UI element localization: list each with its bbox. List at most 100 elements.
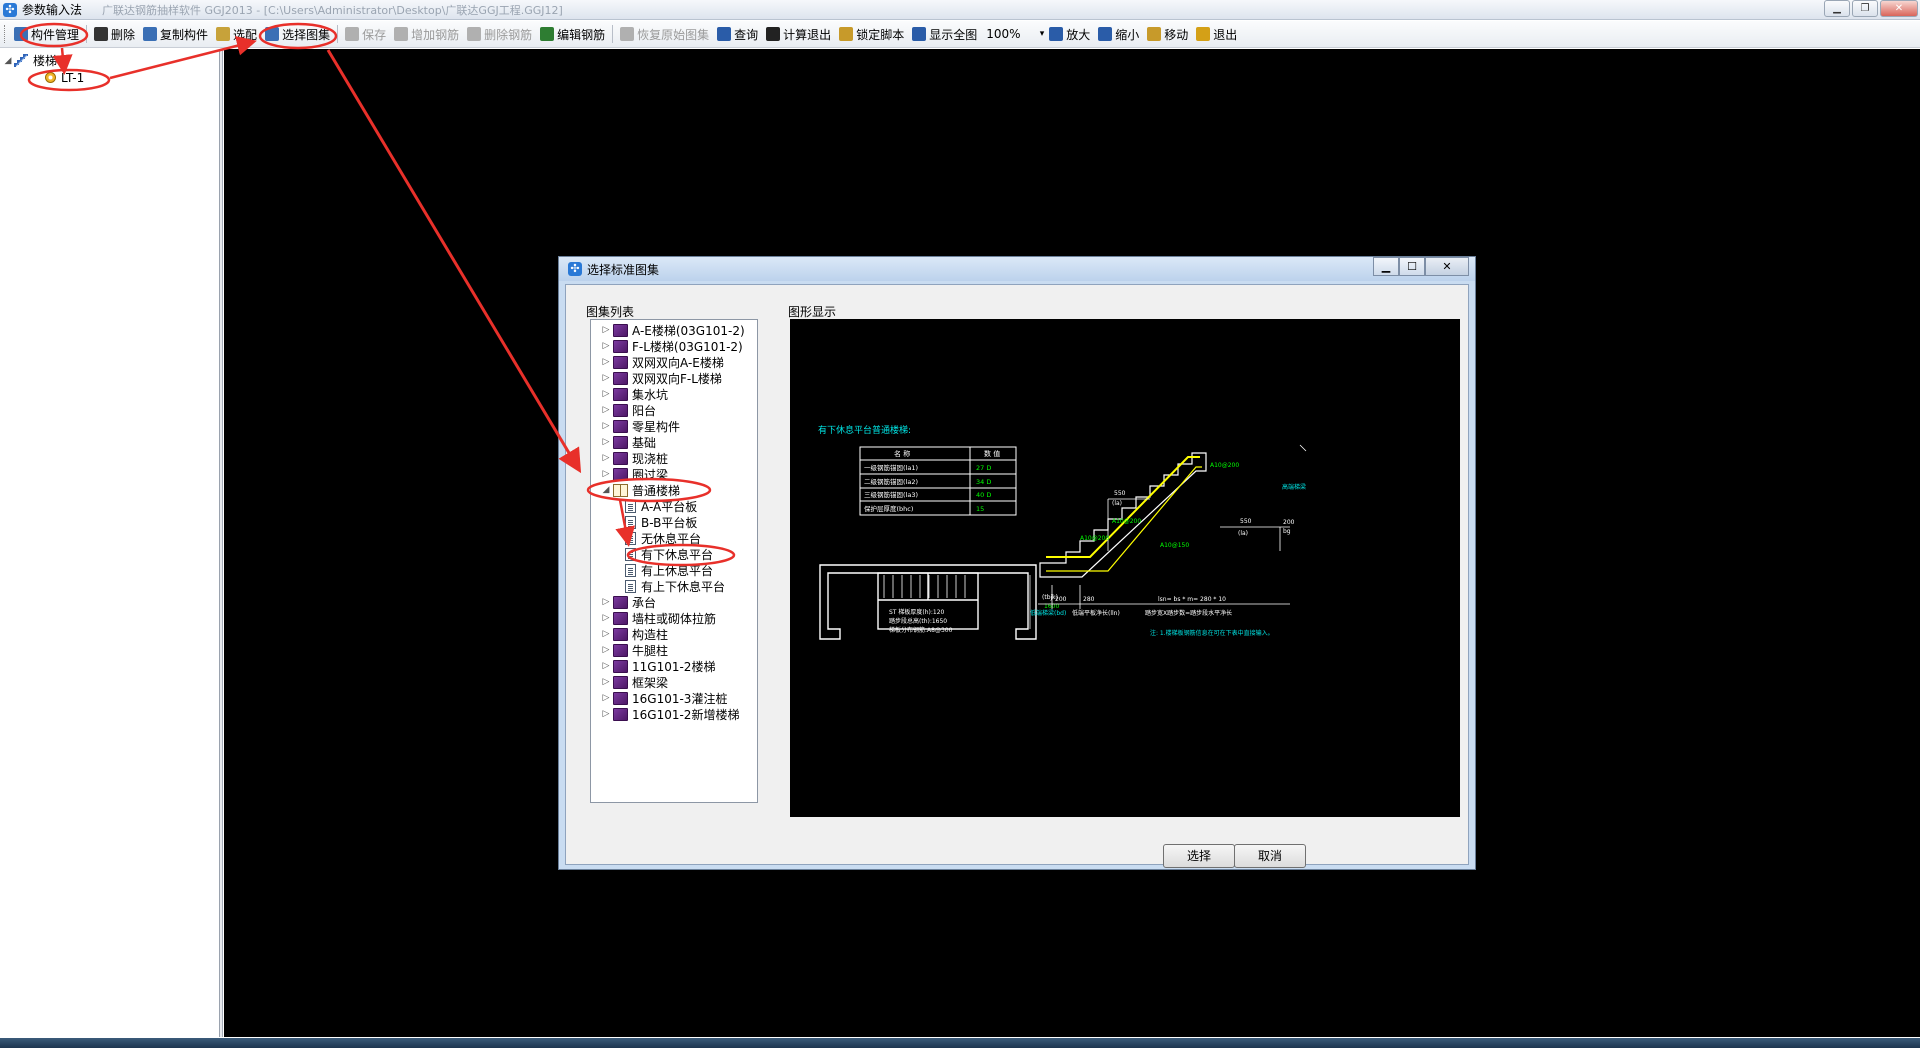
plan-note-2: 梯板分布钢筋:A8@300 [889, 626, 953, 634]
atlas-category[interactable]: ▷ 现浇桩 [591, 450, 757, 466]
expand-icon[interactable]: ▷ [599, 469, 613, 479]
toolbar-delete-rebar-button[interactable]: 删除钢筋 [463, 23, 536, 45]
atlas-tree[interactable]: ▷ A-E楼梯(03G101-2) ▷ F-L楼梯(03G101-2) ▷ 双网双向A-E… [590, 319, 758, 803]
dialog-maximize-button[interactable]: ☐ [1399, 257, 1425, 276]
atlas-label: 集水坑 [632, 387, 669, 402]
atlas-category[interactable]: ▷ 双网双向A-E楼梯 [591, 354, 757, 370]
atlas-item[interactable]: A-A平台板 [591, 498, 757, 514]
cancel-button[interactable]: 取消 [1234, 844, 1306, 868]
atlas-category[interactable]: ◢ 普通楼梯 [591, 482, 757, 498]
zoom-select[interactable]: 100% ▾ [981, 24, 1045, 44]
atlas-category[interactable]: ▷ 框架梁 [591, 674, 757, 690]
toolbar-button-label: 缩小 [1115, 27, 1140, 42]
toolbar-delete-button[interactable]: 删除 [90, 23, 139, 45]
atlas-category[interactable]: ▷ 零星构件 [591, 418, 757, 434]
toolbar-lock-script-button[interactable]: 锁定脚本 [835, 23, 908, 45]
atlas-category[interactable]: ▷ 16G101-2新增楼梯 [591, 706, 757, 722]
expand-icon[interactable]: ▷ [599, 613, 613, 623]
expand-icon[interactable]: ▷ [599, 421, 613, 431]
expand-icon[interactable]: ▷ [599, 405, 613, 415]
toolbar-button-label: 编辑钢筋 [557, 27, 606, 42]
tree-root-stairs[interactable]: ◢ 楼梯 [0, 52, 219, 69]
expand-icon[interactable]: ▷ [599, 325, 613, 335]
toolbar-zoom-out-button[interactable]: 缩小 [1094, 23, 1143, 45]
atlas-item[interactable]: B-B平台板 [591, 514, 757, 530]
expand-icon[interactable]: ▷ [599, 629, 613, 639]
dim-200a: 200 [1055, 596, 1067, 603]
atlas-category[interactable]: ▷ 构造柱 [591, 626, 757, 642]
atlas-category[interactable]: ▷ A-E楼梯(03G101-2) [591, 322, 757, 338]
expand-icon[interactable]: ▷ [599, 357, 613, 367]
table-row-3-value: 15 [976, 505, 984, 513]
chevron-down-icon[interactable]: ▾ [1040, 29, 1045, 39]
atlas-category[interactable]: ▷ 阳台 [591, 402, 757, 418]
atlas-category[interactable]: ▷ 圈过梁 [591, 466, 757, 482]
close-button[interactable]: ✕ [1880, 0, 1918, 17]
atlas-item[interactable]: 有上休息平台 [591, 562, 757, 578]
atlas-category[interactable]: ▷ 墙柱或砌体拉筋 [591, 610, 757, 626]
atlas-item[interactable]: 有下休息平台 [591, 546, 757, 562]
toolbar-button-label: 选配 [233, 27, 258, 42]
expand-icon[interactable]: ▷ [599, 597, 613, 607]
expand-icon[interactable]: ▷ [599, 373, 613, 383]
toolbar-grip[interactable] [4, 25, 7, 43]
atlas-category[interactable]: ▷ 16G101-3灌注桩 [591, 690, 757, 706]
window-titlebar: ✣ 参数输入法 广联达钢筋抽样软件 GGJ2013 - [C:\Users\Ad… [0, 0, 1920, 20]
toolbar-move-button[interactable]: 移动 [1143, 23, 1192, 45]
toolbar-save-button[interactable]: 保存 [341, 23, 390, 45]
expand-icon[interactable]: ▷ [599, 645, 613, 655]
toolbar-query-button[interactable]: 查询 [713, 23, 762, 45]
dialog-title: 选择标准图集 [587, 262, 660, 277]
collapse-icon[interactable]: ◢ [2, 56, 14, 66]
book-icon [613, 451, 628, 465]
expand-icon[interactable]: ▷ [599, 453, 613, 463]
book-icon [613, 403, 628, 417]
expand-icon[interactable]: ▷ [599, 693, 613, 703]
atlas-category[interactable]: ▷ 集水坑 [591, 386, 757, 402]
atlas-item[interactable]: 无休息平台 [591, 530, 757, 546]
book-icon [613, 435, 628, 449]
document-icon [625, 563, 636, 577]
expand-icon[interactable]: ▷ [599, 437, 613, 447]
atlas-item[interactable]: 有上下休息平台 [591, 578, 757, 594]
toolbar-copy-button[interactable]: 复制构件 [139, 23, 212, 45]
dialog-titlebar[interactable]: ✣ 选择标准图集 ▁ ☐ ✕ [559, 257, 1475, 281]
toolbar-add-rebar-button[interactable]: 增加钢筋 [390, 23, 463, 45]
stair-section-profile [1039, 452, 1207, 578]
toolbar-select-atlas-button[interactable]: 选择图集 [261, 23, 334, 45]
toolbar-show-all-button[interactable]: 显示全图 [908, 23, 981, 45]
atlas-category[interactable]: ▷ 牛腿柱 [591, 642, 757, 658]
panel-splitter[interactable] [220, 49, 223, 1037]
toolbar-select-config-button[interactable]: 选配 [212, 23, 261, 45]
atlas-category[interactable]: ▷ 基础 [591, 434, 757, 450]
atlas-category[interactable]: ▷ 承台 [591, 594, 757, 610]
minimize-button[interactable]: ▁ [1824, 0, 1850, 17]
query-icon [717, 27, 732, 41]
restore-button[interactable]: ❐ [1852, 0, 1878, 17]
expand-icon[interactable]: ▷ [599, 341, 613, 351]
atlas-category[interactable]: ▷ F-L楼梯(03G101-2) [591, 338, 757, 354]
dialog-close-button[interactable]: ✕ [1425, 257, 1469, 276]
toolbar-edit-rebar-button[interactable]: 编辑钢筋 [536, 23, 609, 45]
document-icon [625, 531, 636, 545]
atlas-category[interactable]: ▷ 双网双向F-L楼梯 [591, 370, 757, 386]
expand-icon[interactable]: ▷ [599, 709, 613, 719]
toolbar-component-manage-button[interactable]: 构件管理 [10, 23, 83, 45]
toolbar-zoom-in-button[interactable]: 放大 [1045, 23, 1094, 45]
expand-icon[interactable]: ▷ [599, 389, 613, 399]
atlas-category[interactable]: ▷ 11G101-2楼梯 [591, 658, 757, 674]
collapse-icon[interactable]: ◢ [599, 485, 613, 495]
toolbar-restore-atlas-button[interactable]: 恢复原始图集 [616, 23, 713, 45]
select-button[interactable]: 选择 [1163, 844, 1235, 868]
dialog-minimize-button[interactable]: ▁ [1373, 257, 1399, 276]
tree-item-lt1[interactable]: LT-1 [0, 69, 219, 86]
expand-icon[interactable]: ▷ [599, 677, 613, 687]
atlas-label: 16G101-2新增楼梯 [632, 707, 740, 722]
toolbar-calc-exit-button[interactable]: 计算退出 [762, 23, 835, 45]
book-icon [613, 627, 628, 641]
atlas-label: 有下休息平台 [641, 547, 714, 562]
toolbar-exit-button[interactable]: 退出 [1192, 23, 1241, 45]
atlas-label: F-L楼梯(03G101-2) [632, 339, 743, 354]
expand-icon[interactable]: ▷ [599, 661, 613, 671]
select-atlas-icon [265, 27, 280, 41]
